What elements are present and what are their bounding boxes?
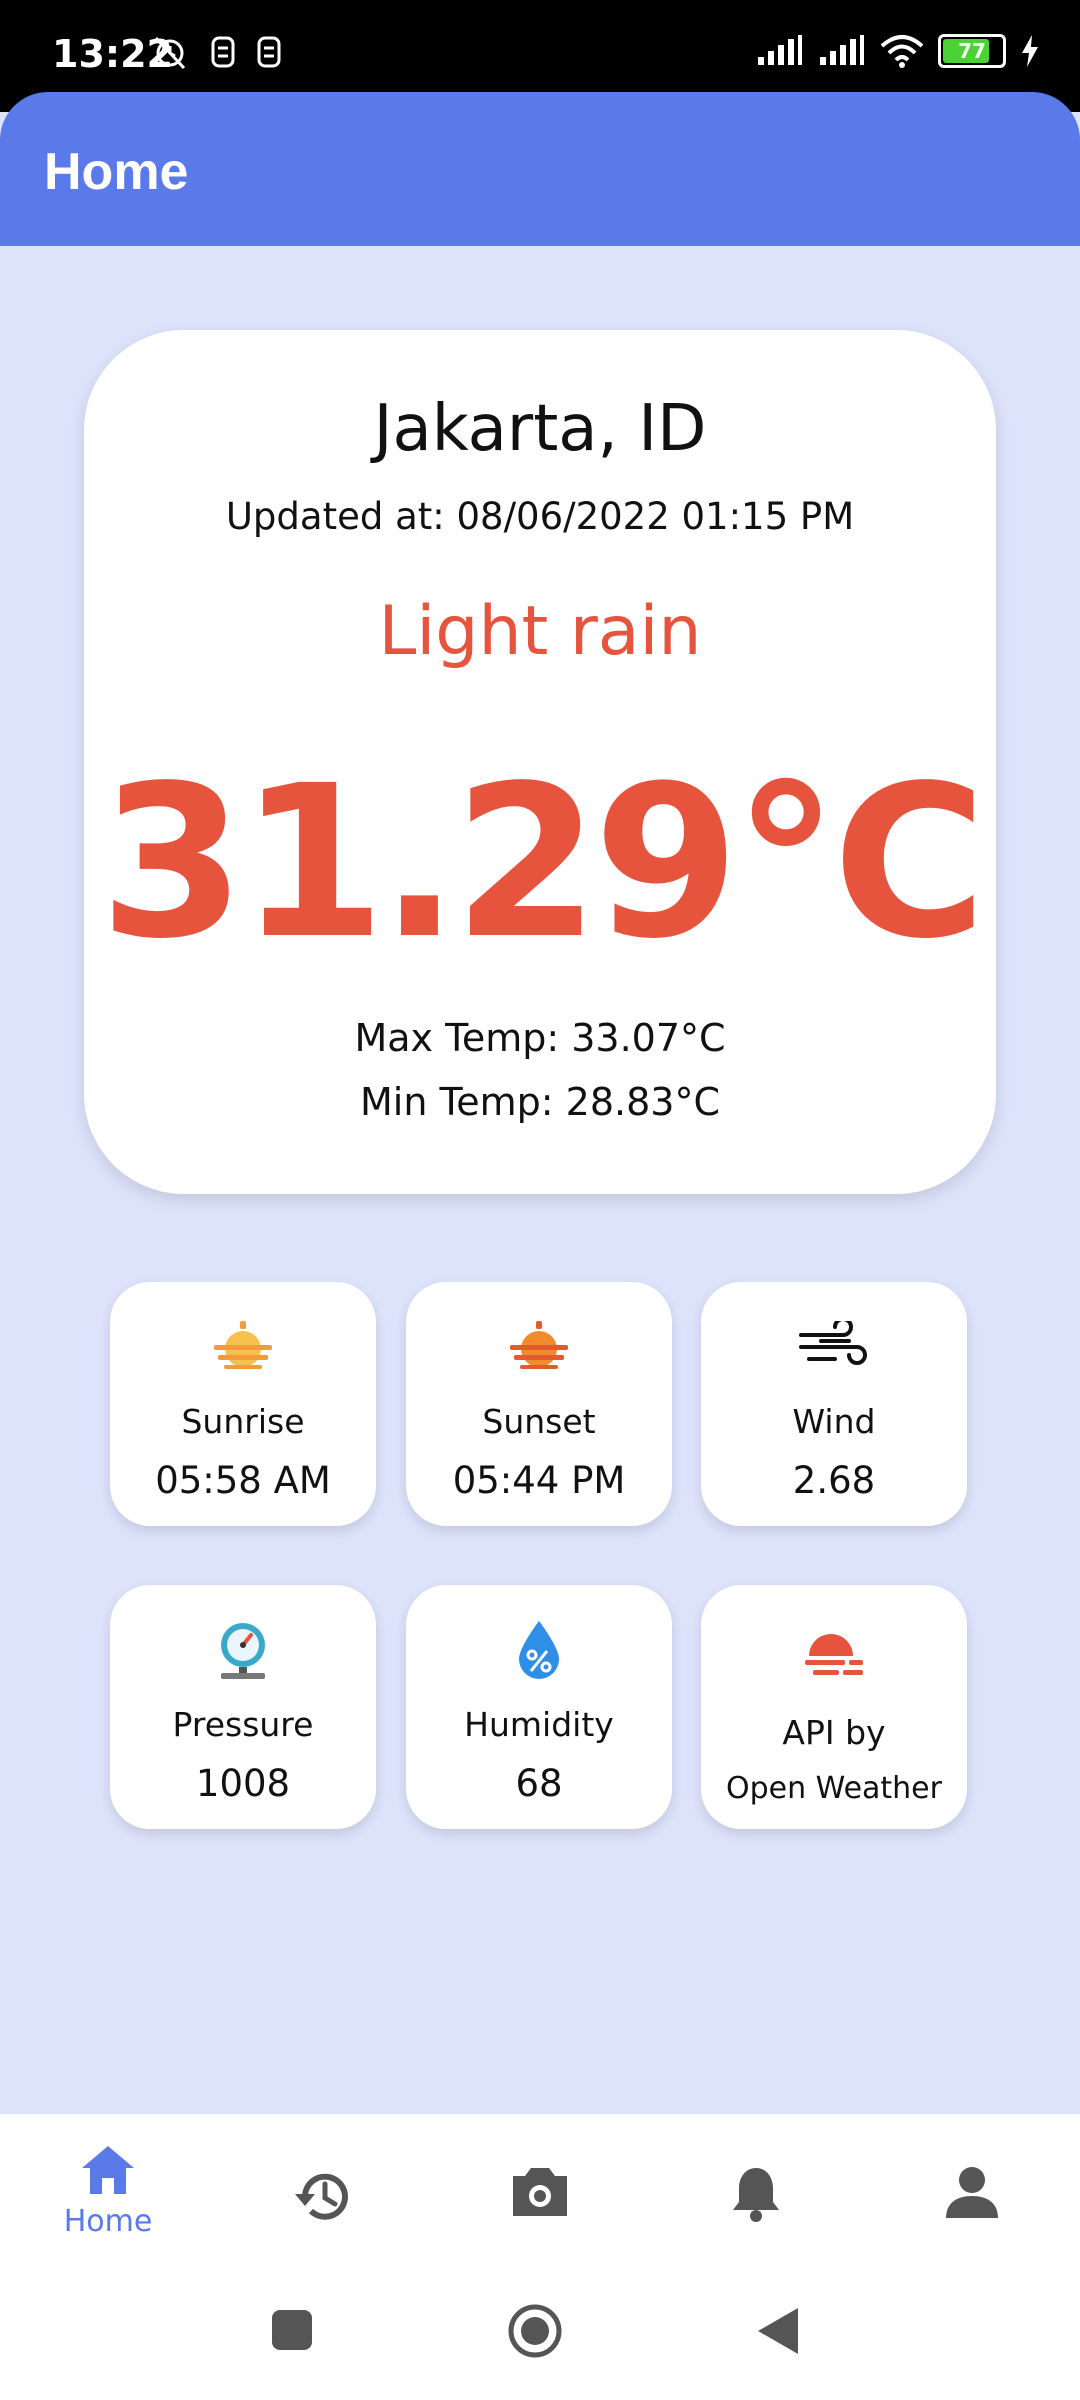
cellular-signal-icon — [758, 35, 802, 65]
tile-label: Pressure — [172, 1705, 314, 1744]
recent-apps-icon[interactable] — [270, 2308, 314, 2352]
battery-level: 77 — [958, 39, 986, 63]
nav-profile[interactable] — [912, 2164, 1032, 2294]
pressure-tile: Pressure 1008 — [110, 1585, 376, 1829]
sunset-icon — [510, 1321, 568, 1369]
sunset-tile: Sunset 05:44 PM — [406, 1282, 672, 1526]
city-name: Jakarta, ID — [373, 392, 707, 466]
tile-value: 1008 — [195, 1762, 291, 1805]
notification-bell-icon — [733, 2168, 779, 2222]
wind-tile: Wind 2.68 — [701, 1282, 967, 1526]
weather-card: Jakarta, ID Updated at: 08/06/2022 01:15… — [84, 330, 996, 1194]
profile-icon — [946, 2167, 998, 2218]
max-temperature: Max Temp: 33.07°C — [354, 1016, 726, 1060]
tile-value: 2.68 — [792, 1459, 876, 1502]
tile-value: 68 — [515, 1762, 563, 1805]
tile-value: 05:44 PM — [452, 1459, 626, 1502]
current-temperature: 31.29°C — [99, 740, 986, 985]
tile-label: Wind — [792, 1402, 876, 1441]
wind-icon — [799, 1321, 867, 1365]
page-title: Home — [44, 143, 189, 201]
home-icon — [82, 2146, 134, 2194]
wifi-icon — [880, 35, 924, 68]
tile-value: Open Weather — [726, 1771, 942, 1806]
charging-bolt-icon — [1022, 35, 1038, 67]
notification-app-icon — [257, 36, 281, 68]
bottom-navigation: Home — [0, 2114, 1080, 2284]
cellular-signal-icon — [820, 35, 864, 65]
nav-notifications[interactable] — [696, 2164, 816, 2294]
tile-label: Sunset — [482, 1402, 596, 1441]
camera-icon — [513, 2168, 567, 2216]
battery-indicator: 77 — [938, 34, 1006, 68]
tile-label: Sunrise — [181, 1402, 305, 1441]
min-temperature: Min Temp: 28.83°C — [360, 1080, 720, 1124]
humidity-tile: Humidity 68 — [406, 1585, 672, 1829]
sunrise-icon — [214, 1321, 272, 1369]
pressure-gauge-icon — [221, 1623, 265, 1679]
app-bar: Home — [0, 92, 1080, 246]
nav-camera[interactable] — [480, 2164, 600, 2294]
open-weather-icon — [805, 1634, 863, 1675]
alarm-off-icon — [154, 36, 186, 70]
nav-home-label: Home — [63, 2204, 153, 2239]
tile-label: Humidity — [464, 1705, 614, 1744]
sunrise-tile: Sunrise 05:58 AM — [110, 1282, 376, 1526]
weather-condition: Light rain — [378, 592, 702, 671]
history-icon — [295, 2173, 348, 2220]
api-credit-tile: API by Open Weather — [701, 1585, 967, 1829]
back-icon[interactable] — [756, 2306, 800, 2356]
nav-history[interactable] — [264, 2166, 384, 2296]
system-navigation — [0, 2284, 1080, 2400]
notification-app-icon — [211, 36, 235, 68]
home-button-icon[interactable] — [506, 2302, 564, 2360]
nav-home[interactable]: Home — [48, 2142, 168, 2272]
tile-value: 05:58 AM — [155, 1459, 331, 1502]
tile-label: API by — [782, 1713, 886, 1752]
humidity-drop-icon — [519, 1621, 559, 1679]
updated-at: Updated at: 08/06/2022 01:15 PM — [225, 495, 855, 538]
